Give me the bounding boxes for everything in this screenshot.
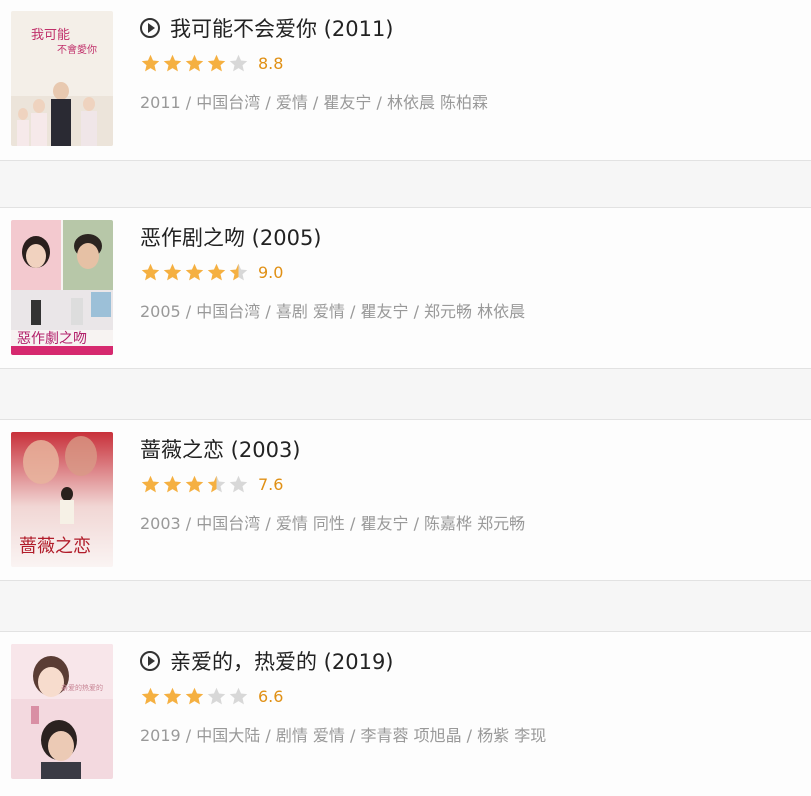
star-icon — [229, 263, 248, 280]
svg-text:亲爱的热爱的: 亲爱的热爱的 — [61, 683, 103, 692]
rating-score: 8.8 — [258, 53, 284, 73]
svg-text:我可能: 我可能 — [31, 28, 70, 43]
star-icon — [163, 475, 182, 492]
movie-info: 恶作剧之吻 (2005) 9.0 2005 / 中国台湾 / 喜剧 爱情 / 瞿… — [140, 221, 801, 322]
title-row[interactable]: 蔷薇之恋 (2003) — [140, 433, 801, 465]
star-icon — [185, 475, 204, 492]
movie-poster[interactable]: 惡作劇之吻 — [11, 220, 113, 355]
star-icon — [207, 54, 226, 71]
movie-card[interactable]: 惡作劇之吻 恶作剧之吻 (2005) 9.0 2005 / 中国台湾 / 喜剧 … — [0, 207, 811, 369]
star-icon — [185, 54, 204, 71]
poster-image: 我可能 不會愛你 — [11, 11, 113, 146]
star-icon — [141, 475, 160, 492]
movie-info: 蔷薇之恋 (2003) 7.6 2003 / 中国台湾 / 爱情 同性 / 瞿友… — [140, 433, 801, 534]
star-icon — [163, 54, 182, 71]
title-row[interactable]: 亲爱的，热爱的 (2019) — [140, 645, 801, 677]
rating: 8.8 — [140, 50, 801, 76]
star-rating — [140, 53, 250, 74]
movie-card[interactable]: 亲爱的热爱的 亲爱的，热爱的 (2019) 6.6 2019 / 中国大陆 / … — [0, 631, 811, 796]
title-row[interactable]: 我可能不会爱你 (2011) — [140, 12, 801, 44]
movie-title[interactable]: 恶作剧之吻 (2005) — [140, 222, 322, 252]
movie-card[interactable]: 我可能 不會愛你 我可能不会爱你 (2011) 8.8 2011 / 中国台湾 … — [0, 0, 811, 161]
rating-score: 6.6 — [258, 686, 284, 706]
star-icon — [141, 687, 160, 704]
movie-poster[interactable]: 我可能 不會愛你 — [11, 11, 113, 146]
movie-card[interactable]: 蔷薇之恋 蔷薇之恋 (2003) 7.6 2003 / 中国台湾 / 爱情 同性… — [0, 419, 811, 581]
movie-title[interactable]: 亲爱的，热爱的 (2019) — [170, 646, 394, 676]
star-icon — [207, 475, 226, 492]
star-rating — [140, 474, 250, 495]
movie-meta: 2019 / 中国大陆 / 剧情 爱情 / 李青蓉 项旭晶 / 杨紫 李现 — [140, 726, 547, 745]
movie-meta: 2005 / 中国台湾 / 喜剧 爱情 / 瞿友宁 / 郑元畅 林依晨 — [140, 302, 526, 321]
movie-poster[interactable]: 蔷薇之恋 — [11, 432, 113, 567]
star-icon — [185, 263, 204, 280]
star-icon — [229, 687, 248, 704]
movie-meta: 2003 / 中国台湾 / 爱情 同性 / 瞿友宁 / 陈嘉桦 郑元畅 — [140, 514, 526, 533]
star-icon — [141, 54, 160, 71]
star-rating — [140, 686, 250, 707]
rating-score: 7.6 — [258, 474, 284, 494]
star-icon — [185, 687, 204, 704]
star-icon — [229, 475, 248, 492]
star-icon — [229, 54, 248, 71]
star-icon — [207, 687, 226, 704]
movie-list: 我可能 不會愛你 我可能不会爱你 (2011) 8.8 2011 / 中国台湾 … — [0, 0, 811, 796]
title-row[interactable]: 恶作剧之吻 (2005) — [140, 221, 801, 253]
movie-poster[interactable]: 亲爱的热爱的 — [11, 644, 113, 779]
star-icon — [141, 263, 160, 280]
rating: 6.6 — [140, 683, 801, 709]
star-icon — [163, 263, 182, 280]
movie-title[interactable]: 蔷薇之恋 (2003) — [140, 434, 301, 464]
movie-title[interactable]: 我可能不会爱你 (2011) — [170, 13, 394, 43]
poster-image: 惡作劇之吻 — [11, 220, 113, 355]
star-rating — [140, 262, 250, 283]
movie-info: 我可能不会爱你 (2011) 8.8 2011 / 中国台湾 / 爱情 / 瞿友… — [140, 12, 801, 113]
star-icon — [163, 687, 182, 704]
svg-text:惡作劇之吻: 惡作劇之吻 — [17, 331, 87, 347]
play-icon[interactable] — [140, 651, 160, 671]
svg-text:不會愛你: 不會愛你 — [57, 43, 97, 56]
rating: 9.0 — [140, 259, 801, 285]
play-icon[interactable] — [140, 18, 160, 38]
rating-score: 9.0 — [258, 262, 284, 282]
rating: 7.6 — [140, 471, 801, 497]
poster-image: 亲爱的热爱的 — [11, 644, 113, 779]
movie-meta: 2011 / 中国台湾 / 爱情 / 瞿友宁 / 林依晨 陈柏霖 — [140, 93, 489, 112]
movie-info: 亲爱的，热爱的 (2019) 6.6 2019 / 中国大陆 / 剧情 爱情 /… — [140, 645, 801, 746]
star-icon — [207, 263, 226, 280]
svg-text:蔷薇之恋: 蔷薇之恋 — [19, 535, 91, 557]
poster-image: 蔷薇之恋 — [11, 432, 113, 567]
